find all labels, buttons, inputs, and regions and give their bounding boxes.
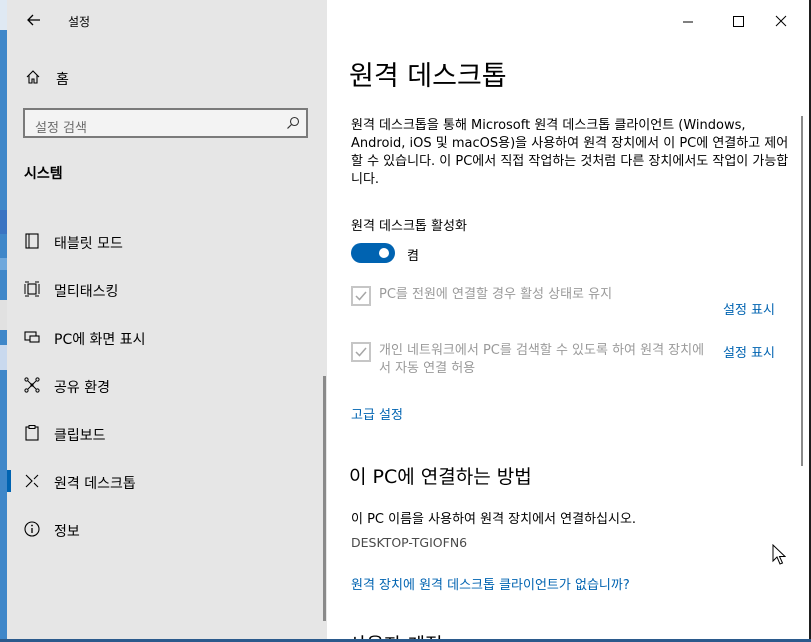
main-content: 원격 데스크톱 원격 데스크톱을 통해 Microsoft 원격 데스크톱 클라… [327,0,809,639]
show-settings-link-2[interactable]: 설정 표시 [723,342,775,361]
close-icon [775,15,787,27]
sidebar-item-project[interactable]: PC에 화면 표시 [7,317,327,357]
project-icon [24,331,40,343]
sidebar-scrollbar[interactable] [323,376,326,621]
toggle-knob [379,248,389,258]
connect-heading: 이 PC에 연결하는 방법 [349,466,532,488]
keep-awake-label: PC를 전원에 연결할 경우 활성 상태로 유지 [379,287,613,302]
enable-remote-desktop-toggle[interactable] [351,243,395,263]
page-title: 원격 데스크톱 [349,61,507,92]
page-description: 원격 데스크톱을 통해 Microsoft 원격 데스크톱 클라이언트 (Win… [351,118,789,187]
minimize-button[interactable] [668,6,708,36]
user-accounts-heading: 사용자 계정 [349,630,442,639]
remote-desktop-icon [25,474,39,488]
sidebar-item-remote-desktop[interactable]: 원격 데스크톱 [7,461,327,501]
minimize-icon [683,21,693,23]
back-button[interactable] [23,9,45,31]
search-placeholder: 설정 검색 [35,121,87,136]
search-input[interactable]: 설정 검색 [23,108,308,138]
sidebar-item-about[interactable]: 정보 [7,509,327,549]
discoverable-checkbox[interactable] [351,342,371,362]
checkmark-icon [355,291,367,301]
mouse-cursor-icon [772,544,786,565]
sidebar-item-label: 멀티태스킹 [54,284,119,300]
discoverable-label: 개인 네트워크에서 PC를 검색할 수 있도록 하여 원격 장치에서 자동 연결… [379,343,705,376]
app-title: 설정 [68,15,91,29]
sidebar-item-label: 원격 데스크톱 [54,476,136,492]
info-icon [24,521,40,537]
checkmark-icon [355,347,367,357]
toggle-state-label: 켬 [407,249,419,264]
sidebar-item-home[interactable]: 홈 [7,62,327,94]
keep-awake-checkbox[interactable] [351,286,371,306]
connect-description: 이 PC 이름을 사용하여 원격 장치에서 연결하십시오. [351,512,637,527]
back-arrow-icon [27,14,40,26]
close-button[interactable] [761,6,801,36]
sidebar-item-share[interactable]: 공유 환경 [7,365,327,405]
maximize-button[interactable] [718,6,758,36]
sidebar-item-clipboard[interactable]: 클립보드 [7,413,327,453]
pc-name: DESKTOP-TGIOFN6 [351,535,468,550]
sidebar-item-multitasking[interactable]: 멀티태스킹 [7,269,327,309]
title-bar-left: 설정 [7,0,327,42]
no-client-link[interactable]: 원격 장치에 원격 데스크톱 클라이언트가 없습니까? [351,574,630,593]
multitasking-icon [24,281,40,297]
advanced-settings-link[interactable]: 고급 설정 [351,404,403,423]
main-scrollbar[interactable] [801,116,803,466]
sidebar-item-tablet-mode[interactable]: 태블릿 모드 [7,221,327,261]
search-icon [287,116,300,129]
maximize-icon [733,16,744,27]
sidebar-item-label: 클립보드 [54,428,106,444]
selection-indicator [7,470,11,492]
home-icon [26,70,40,84]
sidebar-item-label: PC에 화면 표시 [54,332,146,348]
sidebar-item-label: 홈 [56,72,69,88]
sidebar-item-label: 태블릿 모드 [54,236,123,252]
share-icon [24,377,40,393]
desktop-background-strip [0,0,7,642]
tablet-icon [25,233,39,249]
section-title: 시스템 [24,166,63,182]
settings-sidebar: 설정 홈 설정 검색 시스템 태블릿 모드 멀티태스킹 PC에 화면 표시 공유… [7,0,327,639]
enable-remote-desktop-label: 원격 데스크톱 활성화 [351,219,467,234]
sidebar-item-label: 공유 환경 [54,380,110,396]
show-settings-link-1[interactable]: 설정 표시 [723,299,775,318]
sidebar-item-label: 정보 [54,524,80,540]
clipboard-icon [25,425,39,441]
